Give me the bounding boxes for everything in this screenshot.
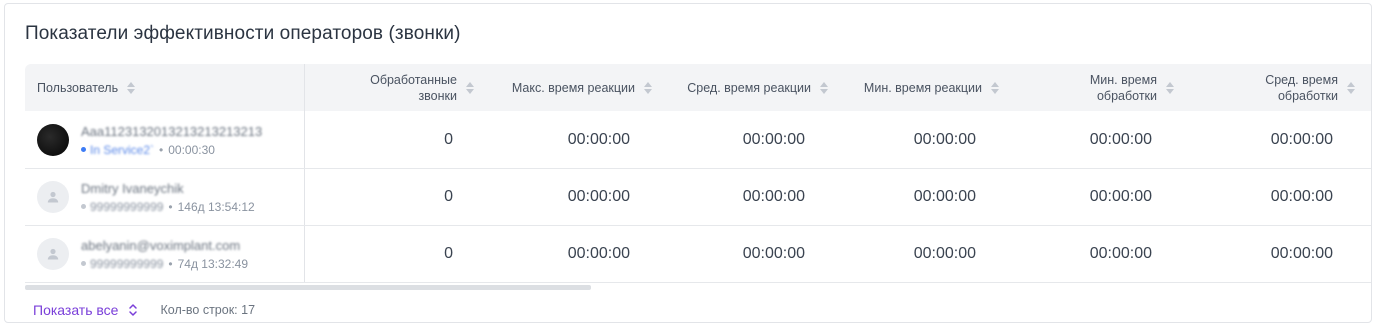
sort-arrows-icon[interactable] — [819, 80, 829, 96]
operators-performance-card: Показатели эффективности операторов (зво… — [4, 3, 1372, 323]
table-row[interactable]: Dmitry Ivaneychik 99999999999 • 146д 13:… — [25, 169, 1371, 226]
user-status: 99999999999 — [90, 199, 164, 214]
min-processing-value: 00:00:00 — [1089, 188, 1152, 205]
avg-reaction-value: 00:00:00 — [742, 188, 805, 205]
user-name: Aaa1123132013213213213213 — [81, 123, 263, 139]
column-header-min-reaction[interactable]: Мин. время реакции — [829, 64, 1000, 111]
max-reaction-value: 00:00:00 — [567, 131, 630, 148]
avg-processing-value: 00:00:00 — [1270, 188, 1333, 205]
sort-arrows-icon[interactable] — [465, 80, 475, 96]
min-reaction-value: 00:00:00 — [913, 245, 976, 262]
min-reaction-value: 00:00:00 — [913, 188, 976, 205]
max-reaction-value: 00:00:00 — [567, 188, 630, 205]
max-reaction-value: 00:00:00 — [567, 245, 630, 262]
avg-reaction-value: 00:00:00 — [742, 245, 805, 262]
status-dot — [81, 147, 86, 152]
avatar — [37, 238, 69, 270]
status-duration: 146д 13:54:12 — [177, 199, 255, 214]
column-header-user[interactable]: Пользователь — [37, 64, 297, 111]
avg-processing-value: 00:00:00 — [1270, 245, 1333, 262]
sort-arrows-icon[interactable] — [1346, 80, 1356, 96]
handled-calls-value: 0 — [444, 131, 453, 148]
sort-arrows-icon[interactable] — [1165, 80, 1175, 96]
handled-calls-value: 0 — [444, 245, 453, 262]
column-header-min-processing[interactable]: Мин. время обработки — [1000, 64, 1175, 111]
sort-arrows-icon[interactable] — [990, 80, 1000, 96]
table-footer: Показать все Кол-во строк: 17 — [33, 302, 255, 318]
user-icon — [47, 191, 59, 203]
min-processing-value: 00:00:00 — [1089, 245, 1152, 262]
column-header-avg-reaction[interactable]: Сред. время реакции — [653, 64, 829, 111]
sort-arrows-icon[interactable] — [643, 80, 653, 96]
row-count-label: Кол-во строк: 17 — [160, 303, 256, 317]
avatar — [37, 124, 69, 156]
table-header: Пользователь Обработанные звонки Макс. вр… — [25, 64, 1371, 111]
min-processing-value: 00:00:00 — [1089, 131, 1152, 148]
avg-processing-value: 00:00:00 — [1270, 131, 1333, 148]
status-duration: 74д 13:32:49 — [177, 256, 249, 271]
column-header-avg-processing[interactable]: Сред. время обработки — [1175, 64, 1356, 111]
sort-arrows-icon[interactable] — [126, 80, 136, 96]
min-reaction-value: 00:00:00 — [913, 131, 976, 148]
avatar — [37, 181, 69, 213]
user-cell[interactable]: Dmitry Ivaneychik 99999999999 • 146д 13:… — [37, 169, 255, 225]
user-status: 99999999999 — [90, 256, 164, 271]
user-cell[interactable]: Aaa1123132013213213213213 In Service2` •… — [37, 112, 262, 168]
status-dot — [81, 204, 86, 209]
table-row[interactable]: abelyanin@voximplant.com 99999999999 • 7… — [25, 226, 1371, 283]
avg-reaction-value: 00:00:00 — [742, 131, 805, 148]
handled-calls-value: 0 — [444, 188, 453, 205]
user-name: abelyanin@voximplant.com — [81, 237, 241, 253]
user-cell[interactable]: abelyanin@voximplant.com 99999999999 • 7… — [37, 226, 248, 282]
user-name: Dmitry Ivaneychik — [81, 180, 184, 196]
user-status: In Service2` — [90, 142, 155, 157]
status-dot — [81, 261, 86, 266]
user-icon — [47, 248, 59, 260]
horizontal-scrollbar[interactable] — [25, 285, 591, 290]
operators-table: Пользователь Обработанные звонки Макс. вр… — [25, 64, 1371, 290]
card-title: Показатели эффективности операторов (зво… — [25, 23, 461, 44]
show-all-button[interactable]: Показать все — [33, 302, 138, 318]
status-duration: 00:00:30 — [168, 142, 215, 157]
chevron-up-down-icon — [128, 303, 138, 317]
column-header-handled-calls[interactable]: Обработанные звонки — [305, 64, 475, 111]
column-header-max-reaction[interactable]: Макс. время реакции — [475, 64, 653, 111]
table-row[interactable]: Aaa1123132013213213213213 In Service2` •… — [25, 112, 1371, 169]
